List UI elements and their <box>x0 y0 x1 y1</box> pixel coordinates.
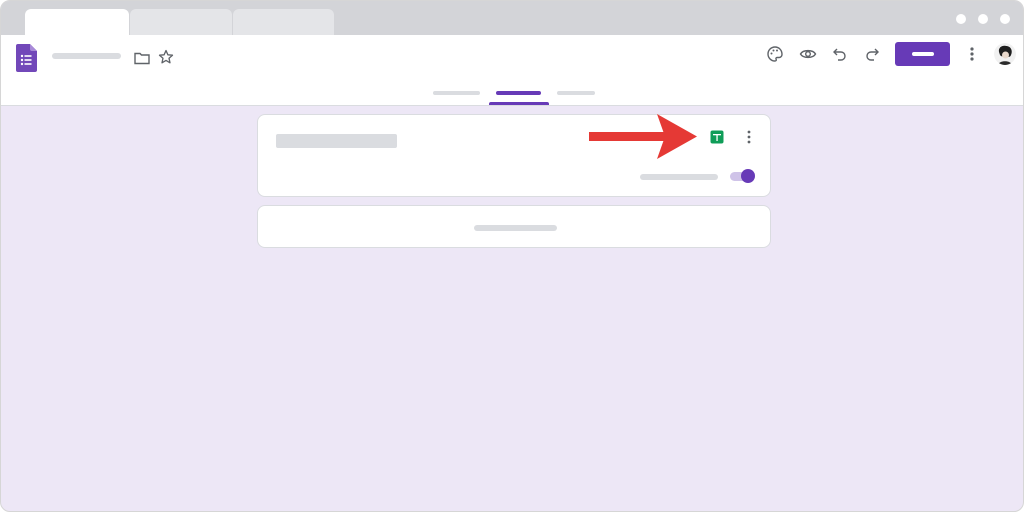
sheets-icon[interactable] <box>709 129 725 145</box>
more-vert-icon[interactable] <box>741 128 757 146</box>
toggle-thumb <box>741 169 755 183</box>
responses-count-placeholder <box>276 134 397 148</box>
folder-icon[interactable] <box>132 48 152 68</box>
eye-icon[interactable] <box>798 44 818 64</box>
active-tab-indicator <box>489 102 549 105</box>
google-forms-icon[interactable] <box>16 44 37 72</box>
tab-questions[interactable] <box>433 91 480 95</box>
more-vert-icon[interactable] <box>962 44 982 64</box>
palette-icon[interactable] <box>765 44 785 64</box>
tab-settings[interactable] <box>557 91 595 95</box>
form-title-placeholder[interactable] <box>52 53 121 59</box>
window-control-dot[interactable] <box>956 14 966 24</box>
summary-label-placeholder[interactable] <box>474 225 557 231</box>
browser-tab[interactable] <box>233 9 334 35</box>
browser-window <box>0 0 1024 512</box>
window-control-dot[interactable] <box>978 14 988 24</box>
browser-tab-active[interactable] <box>25 9 129 35</box>
browser-tab-strip <box>1 1 1023 35</box>
forms-header <box>1 35 1023 106</box>
avatar[interactable] <box>994 43 1016 65</box>
undo-icon[interactable] <box>830 44 850 64</box>
accepting-responses-label-placeholder <box>640 174 718 180</box>
window-control-dot[interactable] <box>1000 14 1010 24</box>
responses-tabs-card <box>257 205 771 248</box>
star-icon[interactable] <box>156 47 176 67</box>
tab-responses[interactable] <box>496 91 541 95</box>
send-button-label-placeholder <box>911 52 934 56</box>
accepting-responses-toggle[interactable] <box>730 168 756 184</box>
send-button[interactable] <box>895 42 950 66</box>
browser-tab[interactable] <box>130 9 232 35</box>
redo-icon[interactable] <box>862 44 882 64</box>
red-arrow-annotation <box>589 114 697 159</box>
